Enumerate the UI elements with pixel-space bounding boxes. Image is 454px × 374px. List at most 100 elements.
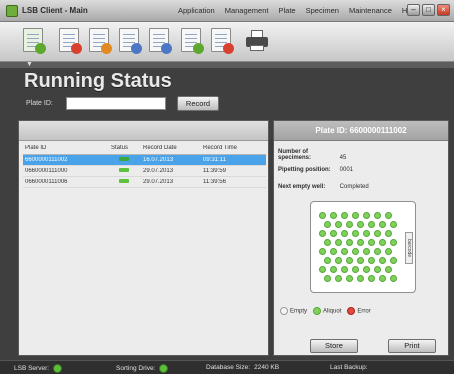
well	[346, 239, 353, 246]
new-icon[interactable]	[20, 26, 46, 56]
col-record-time[interactable]: Record Time	[201, 145, 261, 154]
title-bar: LSB Client - Main Application Management…	[0, 0, 454, 22]
sorting-label: Sorting Drive:	[116, 365, 156, 372]
menu-plate[interactable]: Plate	[278, 6, 295, 15]
server-label: LSB Server:	[14, 365, 50, 372]
well	[341, 212, 348, 219]
window-title: LSB Client - Main	[22, 6, 88, 15]
menu-maintenance[interactable]: Maintenance	[349, 6, 392, 15]
well	[352, 212, 359, 219]
well	[335, 257, 342, 264]
status-icon	[109, 168, 141, 174]
database-value: 2240 KB	[254, 364, 280, 371]
close-button[interactable]: ×	[437, 4, 450, 16]
cell-date: 29.07.2013	[143, 168, 174, 174]
well	[346, 257, 353, 264]
list-icon[interactable]	[116, 26, 142, 56]
well-legend: Empty Aliquot Error	[280, 307, 371, 315]
well	[330, 248, 337, 255]
list-edit-icon[interactable]	[146, 26, 172, 56]
well	[319, 266, 326, 273]
well	[363, 248, 370, 255]
col-status[interactable]: Status	[109, 145, 141, 154]
well	[352, 230, 359, 237]
pipetting-value: 0001	[339, 167, 354, 173]
record-button[interactable]: Record	[177, 96, 219, 111]
well	[346, 221, 353, 228]
menu-management[interactable]: Management	[225, 6, 269, 15]
legend-error: Error	[347, 307, 371, 315]
cell-time: 11:39:59	[203, 168, 226, 174]
table-row[interactable]: 0660000111006 29.07.2013 11:39:56	[23, 177, 266, 188]
well	[374, 212, 381, 219]
well	[385, 248, 392, 255]
well	[335, 221, 342, 228]
well	[374, 230, 381, 237]
chevron-down-icon[interactable]: ▼	[26, 61, 33, 68]
status-icon	[109, 157, 141, 163]
cell-plate-id: 0660000111006	[25, 179, 68, 185]
well	[368, 221, 375, 228]
well	[335, 239, 342, 246]
well	[385, 212, 392, 219]
well	[324, 239, 331, 246]
well	[374, 248, 381, 255]
table-row[interactable]: 6600000111002 16.07.2013 09:31:11	[23, 155, 266, 166]
well	[346, 275, 353, 282]
well	[330, 212, 337, 219]
plate-id-input[interactable]	[66, 97, 166, 110]
check-icon	[159, 364, 169, 373]
well	[324, 221, 331, 228]
table-row[interactable]: 0660000111000 29.07.2013 11:39:59	[23, 166, 266, 177]
printer-icon[interactable]	[246, 30, 268, 52]
next-well-value: Completed	[339, 184, 369, 190]
well	[324, 275, 331, 282]
plate-list-header	[19, 121, 268, 141]
window-controls: – □ ×	[407, 4, 450, 16]
well	[357, 239, 364, 246]
well	[390, 221, 397, 228]
well	[319, 212, 326, 219]
well	[368, 239, 375, 246]
cell-time: 09:31:11	[203, 157, 226, 163]
well	[390, 239, 397, 246]
cell-date: 16.07.2013	[143, 157, 174, 163]
menu-specimen[interactable]: Specimen	[306, 6, 339, 15]
menu-bar: Application Management Plate Specimen Ma…	[178, 6, 417, 15]
app-icon	[6, 5, 18, 17]
well	[363, 212, 370, 219]
cell-date: 29.07.2013	[143, 179, 174, 185]
well	[341, 230, 348, 237]
plate-list-panel: Plate ID Status Record Date Record Time …	[18, 120, 269, 356]
menu-application[interactable]: Application	[178, 6, 215, 15]
well	[385, 230, 392, 237]
well	[352, 248, 359, 255]
num-specimens-value: 45	[339, 155, 347, 161]
report-icon[interactable]	[56, 26, 82, 56]
check-icon	[53, 364, 63, 373]
col-record-date[interactable]: Record Date	[141, 145, 201, 154]
warning-report-icon[interactable]	[86, 26, 112, 56]
well	[330, 230, 337, 237]
num-specimens-label: Number of specimens:	[278, 149, 312, 161]
list-add-icon[interactable]	[178, 26, 204, 56]
well	[390, 275, 397, 282]
minimize-button[interactable]: –	[407, 4, 420, 16]
next-well-label: Next empty well:	[278, 184, 326, 190]
well	[379, 275, 386, 282]
toolbar-separator	[0, 62, 454, 68]
col-plate-id[interactable]: Plate ID	[23, 145, 109, 154]
well	[319, 230, 326, 237]
list-remove-icon[interactable]	[208, 26, 234, 56]
status-bar: LSB Server: Sorting Drive: Database Size…	[0, 360, 454, 374]
legend-empty: Empty	[280, 307, 307, 315]
well	[363, 230, 370, 237]
plate-barcode-label: barcode	[405, 232, 413, 264]
store-button[interactable]: Store	[310, 339, 358, 353]
well	[363, 266, 370, 273]
maximize-button[interactable]: □	[422, 4, 435, 16]
well	[352, 266, 359, 273]
well	[368, 257, 375, 264]
plate-visualization: barcode	[310, 201, 416, 293]
print-button[interactable]: Print	[388, 339, 436, 353]
